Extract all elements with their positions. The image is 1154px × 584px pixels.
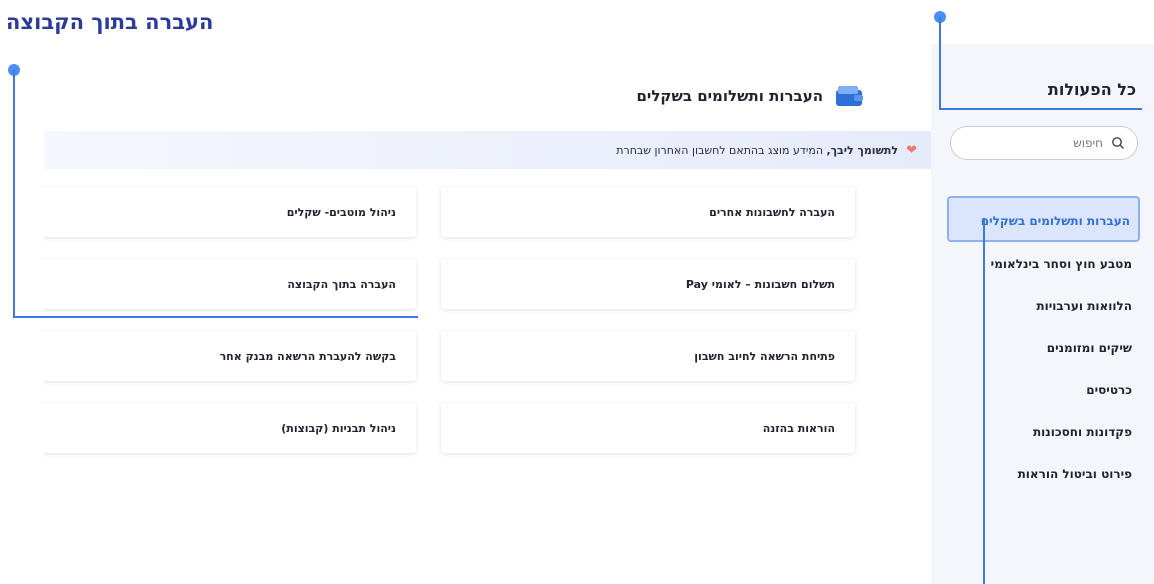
search-icon (1112, 137, 1124, 149)
search-input[interactable] (981, 135, 1105, 151)
sidebar-item-loans[interactable]: הלוואות וערבויות (947, 292, 1140, 320)
wallet-icon (836, 86, 863, 106)
sidebar-item-checks-cash[interactable]: שיקים ומזומנים (947, 334, 1140, 362)
page-title: העברות ותשלומים בשקלים (636, 87, 823, 105)
sidebar-item-shekel-transfers[interactable]: העברות ותשלומים בשקלים (947, 196, 1140, 242)
action-card-bill-payment[interactable]: תשלום חשבונות – לאומי Pay (441, 259, 855, 309)
action-card-group-transfer[interactable]: העברה בתוך הקבוצה (2, 259, 416, 309)
content-edge-mask (0, 131, 44, 471)
action-card-transfer-other-accounts[interactable]: העברה לחשבונות אחרים (441, 187, 855, 237)
sidebar-item-orders-details[interactable]: פירוט וביטול הוראות (947, 460, 1140, 488)
sidebar-title: כל הפעולות (1047, 80, 1136, 99)
action-card-manage-beneficiaries[interactable]: ניהול מוטבים- שקלים (2, 187, 416, 237)
action-card-standing-orders[interactable]: הוראות בהזנה (441, 403, 855, 453)
annotation-line-sidebar-vertical (939, 17, 941, 110)
sidebar-item-deposits[interactable]: פקדונות וחסכונות (947, 418, 1140, 446)
sidebar-menu: העברות ותשלומים בשקלים מטבע חוץ וסחר בינ… (947, 196, 1140, 502)
action-card-open-debit-authorization[interactable]: פתיחת הרשאה לחיוב חשבון (441, 331, 855, 381)
action-card-manage-templates[interactable]: ניהול תבניות (קבוצות) (2, 403, 416, 453)
action-card-transfer-authorization-request[interactable]: בקשה להעברת הרשאה מבנק אחר (2, 331, 416, 381)
heart-icon: ❤ (906, 142, 917, 158)
main-header: העברות ותשלומים בשקלים (560, 82, 865, 110)
sidebar-item-foreign-currency[interactable]: מטבע חוץ וסחר בינלאומי (947, 250, 1140, 278)
notice-bold-text: לתשומך ליבך, (826, 143, 899, 157)
annotation-heading: העברה בתוך הקבוצה (6, 10, 214, 34)
notice-bar: ❤ לתשומך ליבך, המידע מוצג בהתאם לחשבון ה… (44, 131, 931, 169)
search-box[interactable] (950, 126, 1138, 160)
sidebar-item-cards[interactable]: כרטיסים (947, 376, 1140, 404)
annotation-line-group-horizontal (13, 316, 418, 318)
annotation-line-sidebar-horizontal (939, 108, 1142, 110)
annotation-line-menu-vertical (983, 218, 985, 584)
annotation-line-group-vertical (13, 70, 15, 318)
notice-text: המידע מוצג בהתאם לחשבון האחרון שבחרת (616, 143, 824, 157)
